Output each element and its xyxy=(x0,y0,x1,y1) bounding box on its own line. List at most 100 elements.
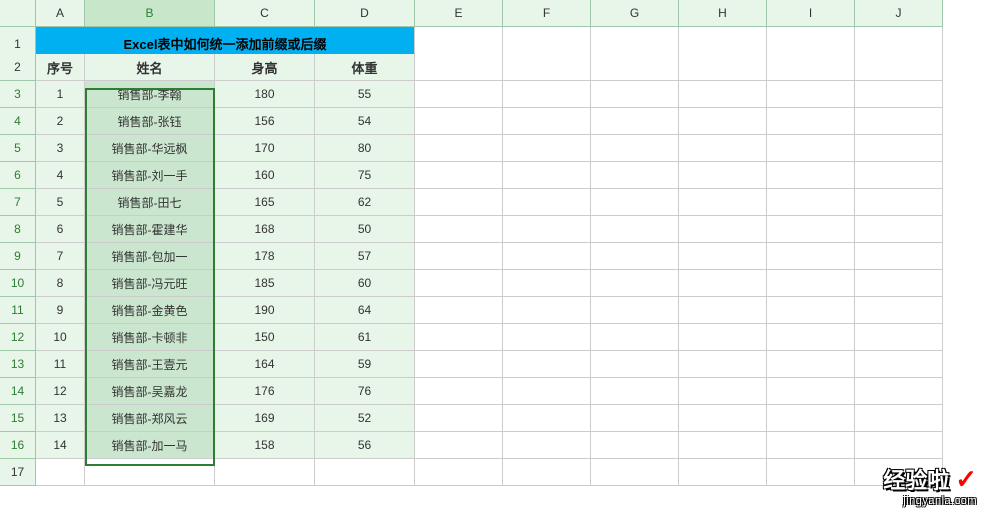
cell-B2[interactable]: 姓名 xyxy=(85,54,215,81)
cell[interactable] xyxy=(767,270,855,297)
cell-D15[interactable]: 52 xyxy=(315,405,415,432)
cell[interactable] xyxy=(415,297,503,324)
cell[interactable] xyxy=(503,297,591,324)
cell[interactable] xyxy=(503,189,591,216)
cell[interactable] xyxy=(591,162,679,189)
cell[interactable] xyxy=(767,189,855,216)
cell[interactable] xyxy=(767,108,855,135)
cell-B12[interactable]: 销售部-卡顿非 xyxy=(85,324,215,351)
cell-F2[interactable] xyxy=(503,54,591,81)
cell-D8[interactable]: 50 xyxy=(315,216,415,243)
cell[interactable] xyxy=(679,405,767,432)
cell-C7[interactable]: 165 xyxy=(215,189,315,216)
cell[interactable] xyxy=(415,216,503,243)
cell[interactable] xyxy=(855,432,943,459)
cell-C5[interactable]: 170 xyxy=(215,135,315,162)
cell-C17[interactable] xyxy=(215,459,315,486)
cell[interactable] xyxy=(591,189,679,216)
cell[interactable] xyxy=(679,243,767,270)
cell-D6[interactable]: 75 xyxy=(315,162,415,189)
cell-C16[interactable]: 158 xyxy=(215,432,315,459)
row-header-3[interactable]: 3 xyxy=(0,81,36,108)
cell[interactable] xyxy=(591,432,679,459)
cell[interactable] xyxy=(855,405,943,432)
cell[interactable] xyxy=(415,270,503,297)
cell[interactable] xyxy=(679,351,767,378)
cell[interactable] xyxy=(591,297,679,324)
col-header-B[interactable]: B xyxy=(85,0,215,27)
cell[interactable] xyxy=(855,108,943,135)
cell[interactable] xyxy=(679,297,767,324)
cell[interactable] xyxy=(767,216,855,243)
cell[interactable] xyxy=(591,243,679,270)
col-header-F[interactable]: F xyxy=(503,0,591,27)
cell[interactable] xyxy=(679,108,767,135)
cell[interactable] xyxy=(503,243,591,270)
cell[interactable] xyxy=(415,459,503,486)
cell[interactable] xyxy=(679,324,767,351)
cell-D7[interactable]: 62 xyxy=(315,189,415,216)
cell-B4[interactable]: 销售部-张钰 xyxy=(85,108,215,135)
cell-A10[interactable]: 8 xyxy=(36,270,85,297)
cell-C14[interactable]: 176 xyxy=(215,378,315,405)
cell-B6[interactable]: 销售部-刘一手 xyxy=(85,162,215,189)
cell-A8[interactable]: 6 xyxy=(36,216,85,243)
cell-B17[interactable] xyxy=(85,459,215,486)
cell[interactable] xyxy=(591,81,679,108)
row-header-4[interactable]: 4 xyxy=(0,108,36,135)
cell[interactable] xyxy=(855,324,943,351)
cell[interactable] xyxy=(767,243,855,270)
cell-A4[interactable]: 2 xyxy=(36,108,85,135)
row-header-17[interactable]: 17 xyxy=(0,459,36,486)
cell[interactable] xyxy=(855,81,943,108)
cell-C12[interactable]: 150 xyxy=(215,324,315,351)
cell[interactable] xyxy=(503,162,591,189)
cell[interactable] xyxy=(415,243,503,270)
cell[interactable] xyxy=(591,405,679,432)
cell[interactable] xyxy=(855,297,943,324)
cell-D14[interactable]: 76 xyxy=(315,378,415,405)
grid-corner[interactable] xyxy=(0,0,36,27)
cell-A14[interactable]: 12 xyxy=(36,378,85,405)
cell-J2[interactable] xyxy=(855,54,943,81)
cell-B14[interactable]: 销售部-吴嘉龙 xyxy=(85,378,215,405)
cell[interactable] xyxy=(503,216,591,243)
cell-D5[interactable]: 80 xyxy=(315,135,415,162)
row-header-16[interactable]: 16 xyxy=(0,432,36,459)
cell[interactable] xyxy=(855,243,943,270)
cell[interactable] xyxy=(767,432,855,459)
cell[interactable] xyxy=(415,108,503,135)
cell-C6[interactable]: 160 xyxy=(215,162,315,189)
row-header-15[interactable]: 15 xyxy=(0,405,36,432)
cell[interactable] xyxy=(767,351,855,378)
cell[interactable] xyxy=(855,270,943,297)
col-header-E[interactable]: E xyxy=(415,0,503,27)
cell[interactable] xyxy=(679,189,767,216)
cell[interactable] xyxy=(679,81,767,108)
cell[interactable] xyxy=(679,378,767,405)
cell-D10[interactable]: 60 xyxy=(315,270,415,297)
cell-A17[interactable] xyxy=(36,459,85,486)
cell[interactable] xyxy=(415,432,503,459)
row-header-8[interactable]: 8 xyxy=(0,216,36,243)
cell-C10[interactable]: 185 xyxy=(215,270,315,297)
cell-I2[interactable] xyxy=(767,54,855,81)
cell-C11[interactable]: 190 xyxy=(215,297,315,324)
cell[interactable] xyxy=(591,135,679,162)
cell-B8[interactable]: 销售部-霍建华 xyxy=(85,216,215,243)
cell-A9[interactable]: 7 xyxy=(36,243,85,270)
cell-B7[interactable]: 销售部-田七 xyxy=(85,189,215,216)
cell-D9[interactable]: 57 xyxy=(315,243,415,270)
cell[interactable] xyxy=(679,216,767,243)
cell-A5[interactable]: 3 xyxy=(36,135,85,162)
cell[interactable] xyxy=(767,297,855,324)
row-header-5[interactable]: 5 xyxy=(0,135,36,162)
cell-A3[interactable]: 1 xyxy=(36,81,85,108)
cell[interactable] xyxy=(679,270,767,297)
cell-D4[interactable]: 54 xyxy=(315,108,415,135)
cell-A2[interactable]: 序号 xyxy=(36,54,85,81)
row-header-14[interactable]: 14 xyxy=(0,378,36,405)
cell[interactable] xyxy=(415,351,503,378)
row-header-10[interactable]: 10 xyxy=(0,270,36,297)
cell[interactable] xyxy=(679,432,767,459)
